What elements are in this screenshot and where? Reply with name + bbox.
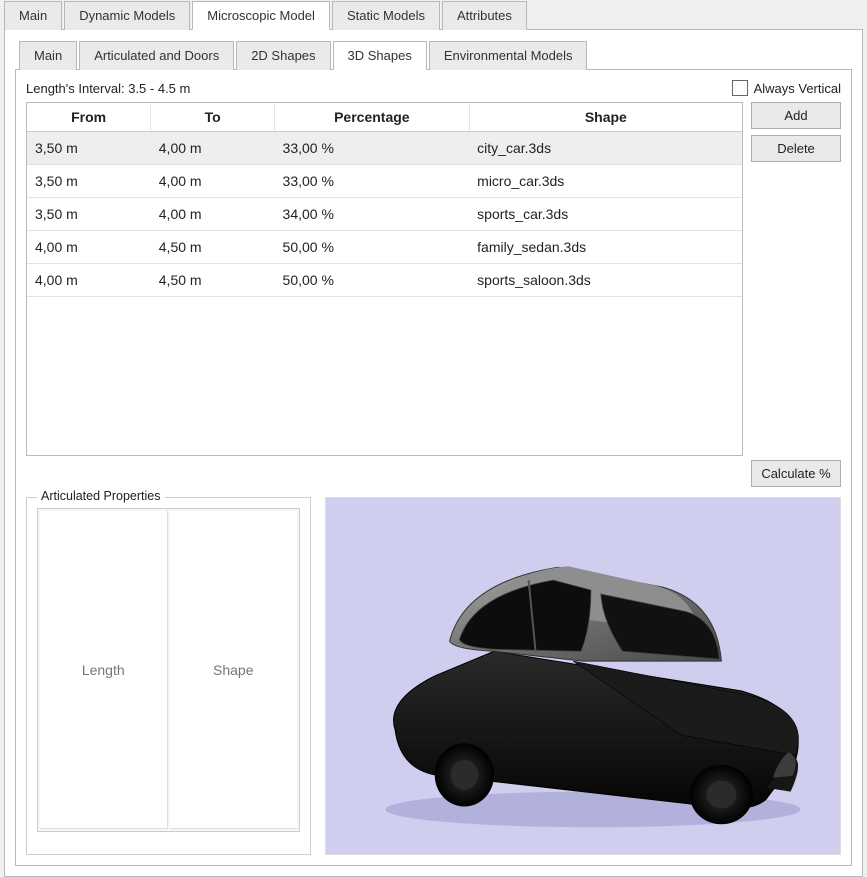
cell-from: 3,50 m [27, 165, 151, 198]
cell-to: 4,50 m [151, 231, 275, 264]
sub-tabstrip: MainArticulated and Doors2D Shapes3D Sha… [15, 40, 852, 69]
cell-shape: sports_saloon.3ds [469, 264, 742, 297]
top-tab-main[interactable]: Main [4, 1, 62, 30]
cell-shape: city_car.3ds [469, 132, 742, 165]
cell-to: 4,00 m [151, 165, 275, 198]
top-tab-dynamic-models[interactable]: Dynamic Models [64, 1, 190, 30]
microscopic-model-panel: MainArticulated and Doors2D Shapes3D Sha… [4, 29, 863, 877]
articulated-properties-group: Articulated Properties Length Shape [26, 497, 311, 855]
cell-from: 4,00 m [27, 264, 151, 297]
cell-from: 3,50 m [27, 198, 151, 231]
always-vertical-checkbox[interactable]: Always Vertical [732, 80, 841, 96]
table-row[interactable]: 3,50 m4,00 m33,00 %city_car.3ds [27, 132, 742, 165]
sub-tab-main[interactable]: Main [19, 41, 77, 70]
checkbox-icon [732, 80, 748, 96]
cell-to: 4,00 m [151, 132, 275, 165]
sub-tab-2d-shapes[interactable]: 2D Shapes [236, 41, 330, 70]
top-tabstrip: MainDynamic ModelsMicroscopic ModelStati… [0, 0, 867, 29]
articulated-properties-title: Articulated Properties [37, 489, 165, 503]
cell-to: 4,50 m [151, 264, 275, 297]
shapes-table[interactable]: FromToPercentageShape 3,50 m4,00 m33,00 … [26, 102, 743, 456]
col-header-shape[interactable]: Shape [469, 103, 742, 132]
side-buttons: Add Delete [751, 102, 841, 456]
cell-to: 4,00 m [151, 198, 275, 231]
articulated-header-shape: Shape [170, 511, 298, 829]
delete-button[interactable]: Delete [751, 135, 841, 162]
table-row[interactable]: 4,00 m4,50 m50,00 %sports_saloon.3ds [27, 264, 742, 297]
cell-pct: 33,00 % [275, 132, 470, 165]
top-tab-attributes[interactable]: Attributes [442, 1, 527, 30]
car-3d-icon [326, 498, 840, 854]
top-tab-static-models[interactable]: Static Models [332, 1, 440, 30]
col-header-from[interactable]: From [27, 103, 151, 132]
cell-pct: 50,00 % [275, 231, 470, 264]
3d-shapes-panel: Length's Interval: 3.5 - 4.5 m Always Ve… [15, 69, 852, 866]
cell-pct: 33,00 % [275, 165, 470, 198]
cell-shape: micro_car.3ds [469, 165, 742, 198]
sub-tab-articulated-and-doors[interactable]: Articulated and Doors [79, 41, 234, 70]
cell-from: 3,50 m [27, 132, 151, 165]
cell-pct: 50,00 % [275, 264, 470, 297]
length-interval-label: Length's Interval: 3.5 - 4.5 m [26, 81, 190, 96]
col-header-to[interactable]: To [151, 103, 275, 132]
table-row[interactable]: 3,50 m4,00 m34,00 %sports_car.3ds [27, 198, 742, 231]
sub-tab-3d-shapes[interactable]: 3D Shapes [333, 41, 427, 70]
calculate-button[interactable]: Calculate % [751, 460, 841, 487]
cell-shape: family_sedan.3ds [469, 231, 742, 264]
top-tab-microscopic-model[interactable]: Microscopic Model [192, 1, 330, 30]
cell-from: 4,00 m [27, 231, 151, 264]
table-row[interactable]: 4,00 m4,50 m50,00 %family_sedan.3ds [27, 231, 742, 264]
articulated-table[interactable]: Length Shape [37, 508, 300, 832]
table-row[interactable]: 3,50 m4,00 m33,00 %micro_car.3ds [27, 165, 742, 198]
cell-pct: 34,00 % [275, 198, 470, 231]
col-header-percentage[interactable]: Percentage [275, 103, 470, 132]
add-button[interactable]: Add [751, 102, 841, 129]
sub-tab-environmental-models[interactable]: Environmental Models [429, 41, 588, 70]
always-vertical-label: Always Vertical [754, 81, 841, 96]
cell-shape: sports_car.3ds [469, 198, 742, 231]
articulated-header-length: Length [40, 511, 168, 829]
model-preview[interactable] [325, 497, 841, 855]
